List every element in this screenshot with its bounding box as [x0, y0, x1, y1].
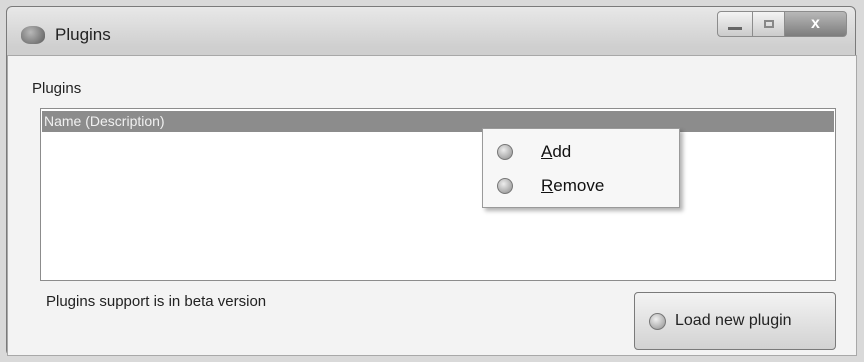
app-icon	[21, 26, 45, 44]
beta-status-text: Plugins support is in beta version	[46, 293, 267, 310]
caption-buttons: x	[717, 11, 847, 37]
add-icon	[497, 144, 513, 160]
remove-mnemonic: R	[541, 176, 554, 195]
remove-label-rest: emove	[553, 176, 605, 195]
remove-icon	[497, 178, 513, 194]
plugins-list[interactable]: Name (Description)	[40, 108, 836, 281]
load-button-label: Load new plugin	[675, 312, 792, 329]
menu-item-remove[interactable]: Remove	[483, 169, 679, 203]
add-label-rest: dd	[552, 142, 572, 161]
plugins-group-label: Plugins	[32, 80, 82, 97]
menu-item-remove-label: Remove	[541, 176, 604, 196]
minimize-icon	[728, 26, 742, 30]
minimize-button[interactable]	[717, 11, 753, 37]
maximize-icon	[763, 20, 774, 28]
plugin-icon	[649, 313, 666, 330]
menu-item-add-label: Add	[541, 142, 571, 162]
add-mnemonic: A	[541, 142, 553, 161]
load-new-plugin-button[interactable]: Load new plugin	[634, 292, 836, 350]
close-button[interactable]: x	[785, 11, 847, 37]
list-column-header[interactable]: Name (Description)	[42, 111, 834, 132]
menu-item-add[interactable]: Add	[483, 135, 679, 169]
context-menu: Add Remove	[482, 128, 680, 208]
close-icon: x	[811, 15, 820, 32]
maximize-button[interactable]	[753, 11, 785, 37]
window-title: Plugins	[55, 25, 111, 44]
